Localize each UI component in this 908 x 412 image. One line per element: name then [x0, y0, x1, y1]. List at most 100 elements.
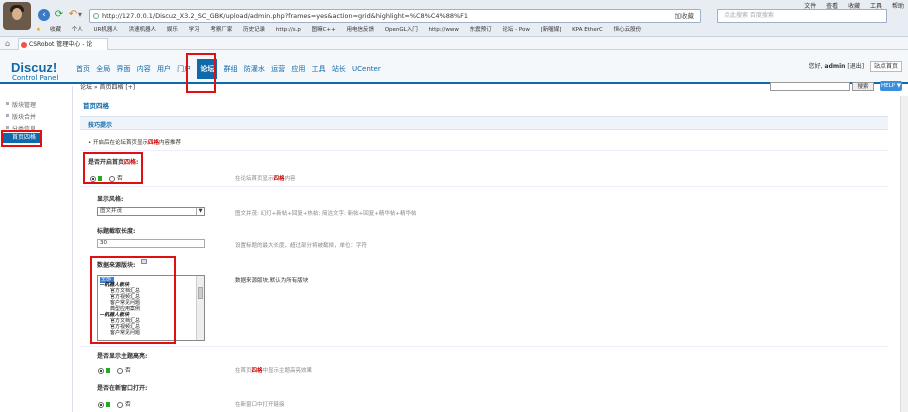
nav-global[interactable]: 全局 [96, 65, 110, 73]
nav-groups[interactable]: 群组 [224, 65, 238, 73]
add-shortcut-link[interactable]: [+] [125, 84, 135, 91]
bookmark[interactable]: 娱乐 [167, 27, 178, 33]
site-home-button[interactable]: 站点首页 [869, 61, 902, 72]
url-text: http://127.0.0.1/Discuz_X3.2_SC_GBK/uplo… [102, 12, 469, 20]
listbox-scrollbar[interactable] [196, 276, 204, 340]
nav-antispam[interactable]: 防灌水 [244, 65, 265, 73]
tip-text: • 开启后在论坛首页显示四格内容推荐 [88, 140, 182, 146]
bookmark[interactable]: 论坛 - Pow [502, 27, 529, 33]
source-forums-hint: 数据来源版块,默认为所有版块 [235, 278, 309, 284]
bookmark[interactable]: 历史记录 [243, 27, 265, 33]
divider [80, 186, 888, 187]
nav-home[interactable]: 首页 [76, 65, 90, 73]
menu-favorites[interactable]: 收藏 [848, 3, 860, 10]
bookmark[interactable]: 洪速机器人 [129, 27, 157, 33]
greeting: 您好, [808, 63, 823, 70]
sidebar-item-merge[interactable]: 版块合并 [6, 112, 36, 121]
highlight-no-radio[interactable] [116, 367, 123, 374]
breadcrumb-text: 论坛 » 首页四格 [80, 84, 124, 91]
bookmark[interactable]: 学习 [189, 27, 200, 33]
page-scrollbar[interactable] [900, 96, 908, 412]
browser-tab[interactable]: CSRobot 管理中心 - 论 [18, 38, 108, 50]
title-length-input[interactable]: 30 [97, 239, 205, 248]
username: admin [824, 63, 846, 70]
dropdown-icon[interactable]: ▾ [78, 10, 82, 19]
admin-search-button[interactable]: 搜索 [852, 82, 874, 91]
style-label: 显示风格: [97, 196, 124, 203]
bullet-icon [6, 126, 9, 129]
sidebar-item-label: 版块管理 [12, 102, 37, 109]
tab-title: CSRobot 管理中心 - 论 [29, 41, 93, 48]
enable-hint: 在论坛首页显示四格内容 [235, 176, 296, 182]
menu-tools[interactable]: 工具 [870, 3, 882, 10]
bookmark[interactable]: 用电信反馈 [346, 27, 374, 33]
style-hint: 图文并茂: 幻灯+新帖+回复+热帖; 简洁文字: 新帖+回复+精华帖+精华帖 [235, 211, 417, 217]
nav-content[interactable]: 内容 [137, 65, 151, 73]
browser-menu: 文件 查看 收藏 工具 帮助 [796, 1, 904, 10]
nav-operations[interactable]: 运营 [271, 65, 285, 73]
bookmark[interactable]: OpenGL入门 [385, 27, 418, 33]
style-select[interactable]: 图文并茂 ▼ [97, 207, 205, 216]
new-window-hint: 在新窗口中打开链接 [235, 402, 285, 408]
bookmark[interactable]: 考察厂家 [210, 27, 232, 33]
bookmark[interactable]: [新喔媒] [541, 27, 562, 33]
bullet-icon [6, 102, 9, 105]
menu-help[interactable]: 帮助 [892, 3, 904, 10]
nav-ucenter[interactable]: UCenter [352, 65, 381, 73]
bookmark[interactable]: 图嘛C++ [312, 27, 336, 33]
scrollbar-thumb[interactable] [198, 287, 203, 299]
bookmark[interactable]: 恒心云股份 [614, 27, 642, 33]
user-avatar[interactable] [3, 2, 31, 30]
bookmark[interactable]: KPA EtherC [572, 27, 603, 33]
refresh-icon[interactable]: ⟳ [53, 9, 65, 21]
main-nav: 首页 全局 界面 内容 用户 门户 论坛 群组 防灌水 运营 应用 工具 站长 … [76, 59, 385, 79]
tips-header [80, 116, 888, 130]
home-icon[interactable]: ⌂ [5, 39, 10, 48]
logo: Discuz! [11, 60, 58, 75]
menu-file[interactable]: 文件 [804, 3, 816, 10]
new-window-label: 是否在新窗口打开: [97, 385, 148, 392]
address-bar[interactable]: http://127.0.0.1/Discuz_X3.2_SC_GBK/uplo… [89, 9, 701, 23]
new-window-yes-radio[interactable] [98, 401, 104, 408]
page-title: 首页四格 [83, 102, 109, 110]
nav-tools[interactable]: 工具 [312, 65, 326, 73]
nav-interface[interactable]: 界面 [116, 65, 130, 73]
bookmark[interactable]: UR机器人 [93, 27, 117, 33]
nav-users[interactable]: 用户 [157, 65, 171, 73]
page-icon [93, 13, 99, 19]
tab-bar [0, 37, 908, 50]
divider [80, 346, 888, 347]
bookmark[interactable]: http://s.p [276, 27, 301, 33]
bookmark[interactable]: 收藏 [50, 27, 61, 33]
new-window-no-radio[interactable] [116, 401, 123, 408]
bookmark[interactable]: http://www [428, 27, 458, 33]
new-window-no-text: 否 [124, 401, 131, 408]
annotation-box-sidebar [1, 130, 42, 147]
annotation-box-enable [83, 152, 143, 184]
tip-highlight: 四格 [148, 140, 160, 146]
bullet-icon [6, 114, 9, 117]
help-button[interactable]: HELP ▼ [880, 81, 902, 91]
sidebar-item-label: 版块合并 [12, 114, 37, 121]
back-icon[interactable]: ‹ [38, 9, 50, 21]
browser-search-input[interactable]: 点此搜索 百度搜索 [717, 9, 887, 23]
user-bar: 您好, admin [退出] 站点首页 [808, 61, 902, 72]
nav-webmaster[interactable]: 站长 [332, 65, 346, 73]
menu-view[interactable]: 查看 [826, 3, 838, 10]
highlight-yes-radio[interactable] [98, 367, 104, 374]
logout-link[interactable]: [退出] [847, 63, 864, 70]
sidebar-item-forums[interactable]: 版块管理 [6, 100, 36, 109]
annotation-box-forums [90, 256, 176, 344]
title-length-hint: 设置标题的最大长度，超过部分将被截掉，单位：字符 [235, 243, 368, 249]
bookmark[interactable]: 个人 [72, 27, 83, 33]
tip-prefix: 开启后在论坛首页显示 [93, 140, 149, 146]
highlight-label: 是否显示主题高亮: [97, 353, 148, 360]
nav-apps[interactable]: 应用 [291, 65, 305, 73]
tips-title: 技巧提示 [88, 122, 113, 129]
bookmark[interactable]: 东震预订 [470, 27, 492, 33]
admin-search-input[interactable] [770, 82, 850, 91]
main-panel [75, 96, 908, 412]
highlight-no-text: 否 [124, 367, 131, 374]
add-favorite[interactable]: 加收藏 [675, 10, 695, 22]
highlight-hint: 在首页四格中显示主题高亮效果 [235, 368, 313, 374]
